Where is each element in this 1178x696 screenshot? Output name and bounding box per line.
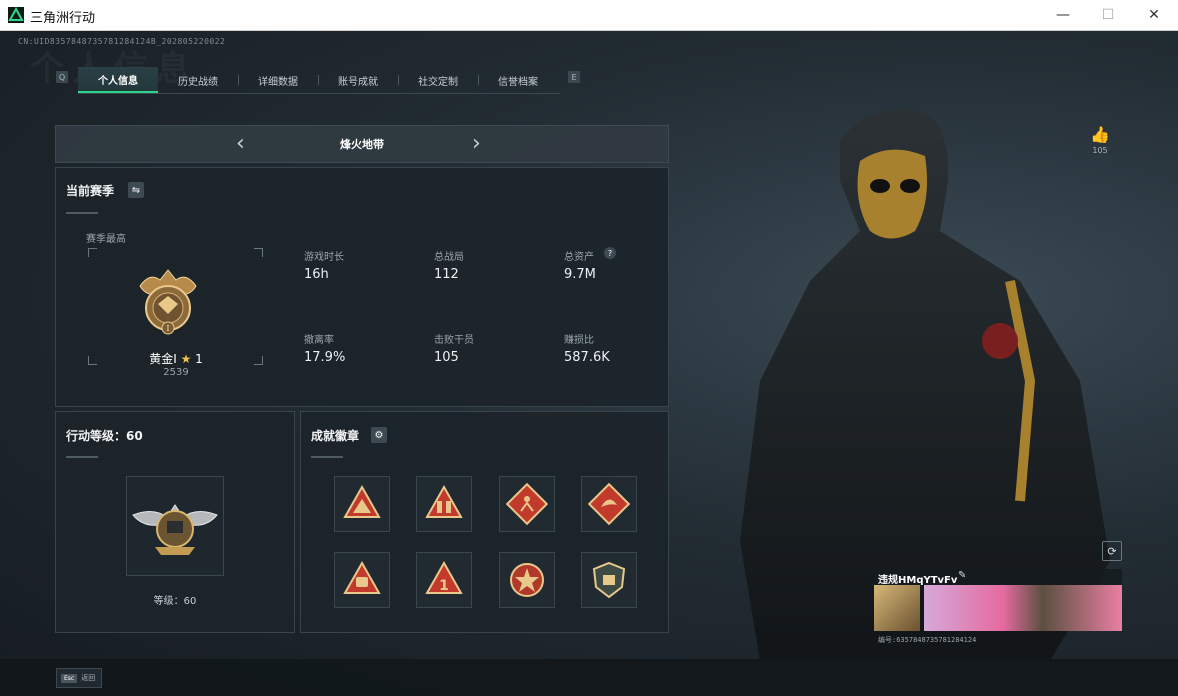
thumbs-up-icon[interactable]: 👍: [1088, 125, 1112, 144]
bottom-bar: [0, 659, 1178, 696]
badge-dragon-icon: [588, 483, 630, 525]
achievement-badge[interactable]: 1: [416, 552, 472, 608]
badge-runner-icon: [506, 483, 548, 525]
stat-label: 击败干员: [434, 335, 474, 346]
level-title: 行动等级：60: [66, 429, 143, 443]
tab-match-history[interactable]: 历史战绩: [158, 67, 238, 93]
maximize-button[interactable]: ☐: [1085, 0, 1131, 30]
esc-key-hint: Esc: [61, 673, 78, 683]
achievement-badge[interactable]: [581, 552, 637, 608]
mode-title: 烽火地带: [340, 138, 384, 151]
stat-label: 总资产: [564, 252, 594, 263]
gear-icon[interactable]: ⚙: [371, 427, 387, 443]
season-best-label: 赛季最高: [86, 234, 126, 245]
back-label: 返回: [81, 674, 96, 682]
game-view: 个人信息 CN:UID8357848735781284124B_20280522…: [0, 31, 1178, 696]
player-id: 编号:6357848735781284124: [878, 636, 977, 644]
achievement-badge[interactable]: [334, 476, 390, 532]
swap-icon[interactable]: ⇋: [128, 182, 144, 198]
svg-text:1: 1: [439, 578, 449, 594]
title-underline: [66, 212, 98, 214]
badge-fist-icon: [343, 560, 381, 594]
tab-social[interactable]: 社交定制: [398, 67, 478, 93]
stat-label: 总战局: [434, 252, 464, 263]
badge-star-emblem-icon: [510, 563, 544, 597]
badge-mountain-icon: [343, 484, 381, 518]
window-title: 三角洲行动: [30, 11, 96, 26]
chevron-right-icon[interactable]: ›: [472, 131, 481, 156]
badge-soldiers-icon: [425, 484, 463, 518]
frame-corner: [88, 248, 97, 257]
tab-personal-info[interactable]: 个人信息: [78, 67, 158, 93]
app-logo-icon: [8, 7, 24, 23]
name-card-banner: [924, 585, 1122, 631]
level-caption: 等级：60: [153, 596, 197, 607]
svg-text:I: I: [166, 324, 169, 333]
rank-stars: 1: [195, 352, 203, 366]
minimize-button[interactable]: —: [1040, 0, 1086, 30]
badge-number-one-icon: 1: [425, 560, 463, 594]
tab-prev-key[interactable]: Q: [56, 71, 68, 83]
stat-value: 587.6K: [564, 350, 610, 365]
player-name: 违规HMqYTvFv: [878, 575, 958, 586]
frame-corner: [254, 248, 263, 257]
frame-corner: [88, 356, 97, 365]
level-panel: 行动等级：60 等级：60: [55, 411, 295, 633]
level-wings-emblem-icon: [132, 504, 218, 555]
tab-bar: 个人信息 历史战绩 详细数据 账号成就 社交定制 信誉档案: [78, 67, 560, 94]
tab-next-key[interactable]: E: [568, 71, 580, 83]
title-underline: [311, 456, 343, 458]
edit-pencil-icon[interactable]: ✎: [958, 570, 966, 581]
close-button[interactable]: ✕: [1131, 0, 1177, 30]
stat-value: 16h: [304, 267, 329, 282]
stat-label: 游戏时长: [304, 252, 344, 263]
rank-score: 2539: [163, 367, 189, 378]
achievements-title: 成就徽章: [311, 429, 360, 443]
season-title: 当前赛季: [66, 184, 115, 198]
stat-value: 9.7M: [564, 267, 596, 282]
tab-achievements[interactable]: 账号成就: [318, 67, 398, 93]
season-panel: 当前赛季 ⇋ 赛季最高 I 黄金I ★ 1 2539 游戏时长 16h 总战局 …: [55, 167, 669, 407]
like-count: 105: [1092, 146, 1108, 155]
rank-line: 黄金I ★ 1: [116, 350, 236, 367]
tab-reputation[interactable]: 信誉档案: [478, 67, 558, 93]
achievements-panel: 成就徽章 ⚙ 1: [300, 411, 669, 633]
avatar: [874, 585, 920, 631]
stat-label: 赚损比: [564, 335, 594, 346]
back-button[interactable]: Esc 返回: [56, 668, 102, 688]
refresh-icon[interactable]: ⟳: [1102, 541, 1122, 561]
achievement-badge[interactable]: [499, 476, 555, 532]
stat-value: 112: [434, 267, 459, 282]
star-icon: ★: [180, 352, 192, 366]
rank-gold-emblem-icon: I: [139, 269, 197, 335]
like-widget[interactable]: 👍 105: [1088, 125, 1112, 155]
title-underline: [66, 456, 98, 458]
tab-detailed-data[interactable]: 详细数据: [238, 67, 318, 93]
help-icon[interactable]: ?: [604, 247, 616, 259]
level-badge-frame: [126, 476, 224, 576]
stat-value: 105: [434, 350, 459, 365]
badge-shield-icon: [592, 561, 626, 599]
stat-label: 撤离率: [304, 335, 334, 346]
frame-corner: [254, 356, 263, 365]
player-uid: CN:UID8357848735781284124B_202805220022: [18, 37, 226, 46]
mode-selector: ‹ 烽火地带 ›: [55, 125, 669, 163]
stat-value: 17.9%: [304, 350, 346, 365]
achievement-badge[interactable]: [499, 552, 555, 608]
achievement-badge[interactable]: [334, 552, 390, 608]
window-titlebar: 三角洲行动 — ☐ ✕: [0, 0, 1178, 31]
achievement-badge[interactable]: [581, 476, 637, 532]
achievement-badge[interactable]: [416, 476, 472, 532]
rank-name: 黄金I: [149, 352, 177, 366]
